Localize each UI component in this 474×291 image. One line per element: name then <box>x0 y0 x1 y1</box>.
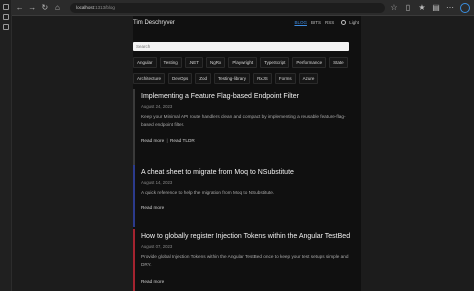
more-icon[interactable]: ⋯ <box>445 3 455 13</box>
site-nav: BLOG BITS RSS Light <box>290 20 359 25</box>
vertical-tabs-icon[interactable] <box>2 24 9 30</box>
post-excerpt: Keep your Minimal API route handlers cle… <box>141 114 346 127</box>
nav-rss[interactable]: RSS <box>325 20 334 25</box>
theme-toggle-label: Light <box>349 20 359 25</box>
post-excerpt: A quick reference to help the migration … <box>141 190 275 195</box>
post-accent <box>133 229 135 291</box>
forward-icon[interactable]: → <box>28 3 38 13</box>
tag-state[interactable]: State <box>329 57 348 68</box>
tag-typescript[interactable]: TypeScript <box>260 57 290 68</box>
read-more-link[interactable]: Read more <box>141 138 164 143</box>
split-screen-icon[interactable]: ▯ <box>403 3 413 13</box>
tag-angular[interactable]: Angular <box>133 57 157 68</box>
url-path: :1313/blog <box>93 5 115 10</box>
tag-playwright[interactable]: Playwright <box>228 57 258 68</box>
tag-architecture[interactable]: Architecture <box>133 73 166 84</box>
sun-icon <box>341 20 347 25</box>
home-icon[interactable]: ⌂ <box>53 3 63 13</box>
site-title[interactable]: Tim Deschryver <box>133 20 175 26</box>
back-icon[interactable]: ← <box>15 3 25 13</box>
post-title[interactable]: How to globally register Injection Token… <box>141 233 350 240</box>
nav-bits[interactable]: BITS <box>311 20 321 25</box>
browser-sidebar <box>0 0 12 291</box>
post-links: Read more | Read TLDR <box>141 138 195 143</box>
tag-ngrx[interactable]: NgRx <box>206 57 226 68</box>
post-links: Read more <box>141 279 164 284</box>
post-date: August 14, 2023 <box>141 180 173 185</box>
post-links: Read more <box>141 205 164 210</box>
address-bar[interactable]: localhost :1313/blog <box>70 2 385 13</box>
post-date: August 07, 2023 <box>141 244 173 249</box>
post-date: August 24, 2023 <box>141 104 173 109</box>
tag-performance[interactable]: Performance <box>292 57 327 68</box>
post-excerpt: Provide global Injection Tokens within t… <box>141 254 349 267</box>
url-host: localhost <box>76 5 94 10</box>
tag-forms[interactable]: Forms <box>274 73 296 84</box>
collections-icon[interactable]: ▤ <box>431 3 441 13</box>
post-title[interactable]: Implementing a Feature Flag-based Endpoi… <box>141 93 299 100</box>
tag-testing-library[interactable]: Testing-library <box>214 73 251 84</box>
post-card: Implementing a Feature Flag-based Endpoi… <box>133 89 361 166</box>
read-more-link[interactable]: Read more <box>141 279 164 284</box>
tag-devops[interactable]: DevOps <box>168 73 193 84</box>
post-card: A cheat sheet to migrate from Moq to NSu… <box>133 165 361 227</box>
tag-azure[interactable]: Azure <box>298 73 319 84</box>
read-more-link[interactable]: Read more <box>141 205 164 210</box>
post-card: How to globally register Injection Token… <box>133 229 361 291</box>
web-page: Tim Deschryver BLOG BITS RSS Light Angul… <box>12 16 474 291</box>
tag-dotnet[interactable]: .NET <box>184 57 204 68</box>
tag-list: Angular Testing .NET NgRx Playwright Typ… <box>133 57 355 89</box>
theme-toggle[interactable]: Light <box>341 20 359 25</box>
nav-blog[interactable]: BLOG <box>294 20 307 25</box>
tag-rxjs[interactable]: RxJS <box>253 73 272 84</box>
read-tldr-link[interactable]: Read TLDR <box>170 138 195 143</box>
copilot-icon[interactable] <box>460 2 470 13</box>
tag-testing[interactable]: Testing <box>159 57 182 68</box>
site-header: Tim Deschryver BLOG BITS RSS Light <box>133 16 361 38</box>
tag-zod[interactable]: Zod <box>195 73 212 84</box>
post-title[interactable]: A cheat sheet to migrate from Moq to NSu… <box>141 169 294 176</box>
browser-toolbar: ← → ↻ ⌂ localhost :1313/blog ☆ ▯ ★ ▤ ⋯ <box>12 0 474 16</box>
workspaces-icon[interactable] <box>2 14 9 20</box>
post-accent <box>133 165 135 227</box>
post-accent <box>133 89 135 166</box>
link-separator: | <box>166 138 168 143</box>
favorites-icon[interactable]: ★ <box>417 3 427 13</box>
blog-main: Tim Deschryver BLOG BITS RSS Light Angul… <box>133 16 361 291</box>
search-input[interactable] <box>133 42 349 51</box>
refresh-icon[interactable]: ↻ <box>40 3 50 13</box>
tab-actions-icon[interactable] <box>2 4 9 10</box>
favorite-icon[interactable]: ☆ <box>389 3 399 13</box>
